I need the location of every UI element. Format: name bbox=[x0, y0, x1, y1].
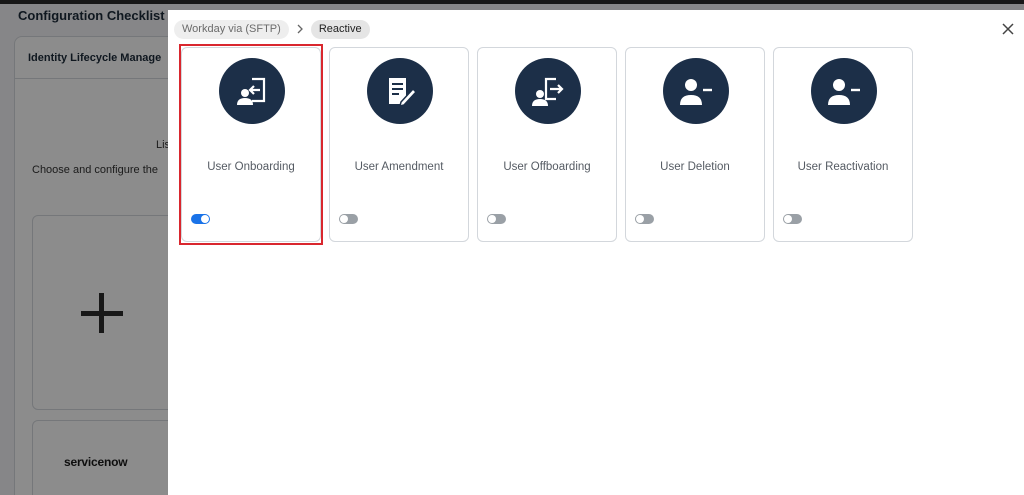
card-user-amendment[interactable]: User Amendment bbox=[329, 47, 469, 242]
card-user-offboarding[interactable]: User Offboarding bbox=[477, 47, 617, 242]
workflow-modal: Workday via (SFTP) Reactive User Onboard… bbox=[168, 10, 1024, 495]
card-label: User Onboarding bbox=[207, 161, 295, 173]
toggle-user-onboarding[interactable] bbox=[191, 214, 210, 224]
toggle-user-deletion[interactable] bbox=[635, 214, 654, 224]
card-label: User Reactivation bbox=[797, 161, 889, 173]
breadcrumb-workday[interactable]: Workday via (SFTP) bbox=[174, 19, 289, 39]
card-label: User Offboarding bbox=[503, 161, 591, 173]
chevron-right-icon bbox=[289, 24, 311, 34]
card-user-reactivation[interactable]: User Reactivation bbox=[773, 47, 913, 242]
user-amendment-icon bbox=[367, 58, 433, 124]
card-user-deletion[interactable]: User Deletion bbox=[625, 47, 765, 242]
user-offboarding-icon bbox=[515, 58, 581, 124]
card-user-onboarding[interactable]: User Onboarding bbox=[181, 47, 321, 242]
user-deletion-icon bbox=[663, 58, 729, 124]
card-label: User Deletion bbox=[660, 161, 730, 173]
close-icon[interactable] bbox=[998, 19, 1018, 39]
card-label: User Amendment bbox=[354, 161, 444, 173]
breadcrumb: Workday via (SFTP) Reactive bbox=[174, 19, 370, 39]
toggle-user-offboarding[interactable] bbox=[487, 214, 506, 224]
user-onboarding-icon bbox=[219, 58, 285, 124]
toggle-user-reactivation[interactable] bbox=[783, 214, 802, 224]
breadcrumb-reactive[interactable]: Reactive bbox=[310, 19, 370, 39]
toggle-user-amendment[interactable] bbox=[339, 214, 358, 224]
user-reactivation-icon bbox=[811, 58, 877, 124]
